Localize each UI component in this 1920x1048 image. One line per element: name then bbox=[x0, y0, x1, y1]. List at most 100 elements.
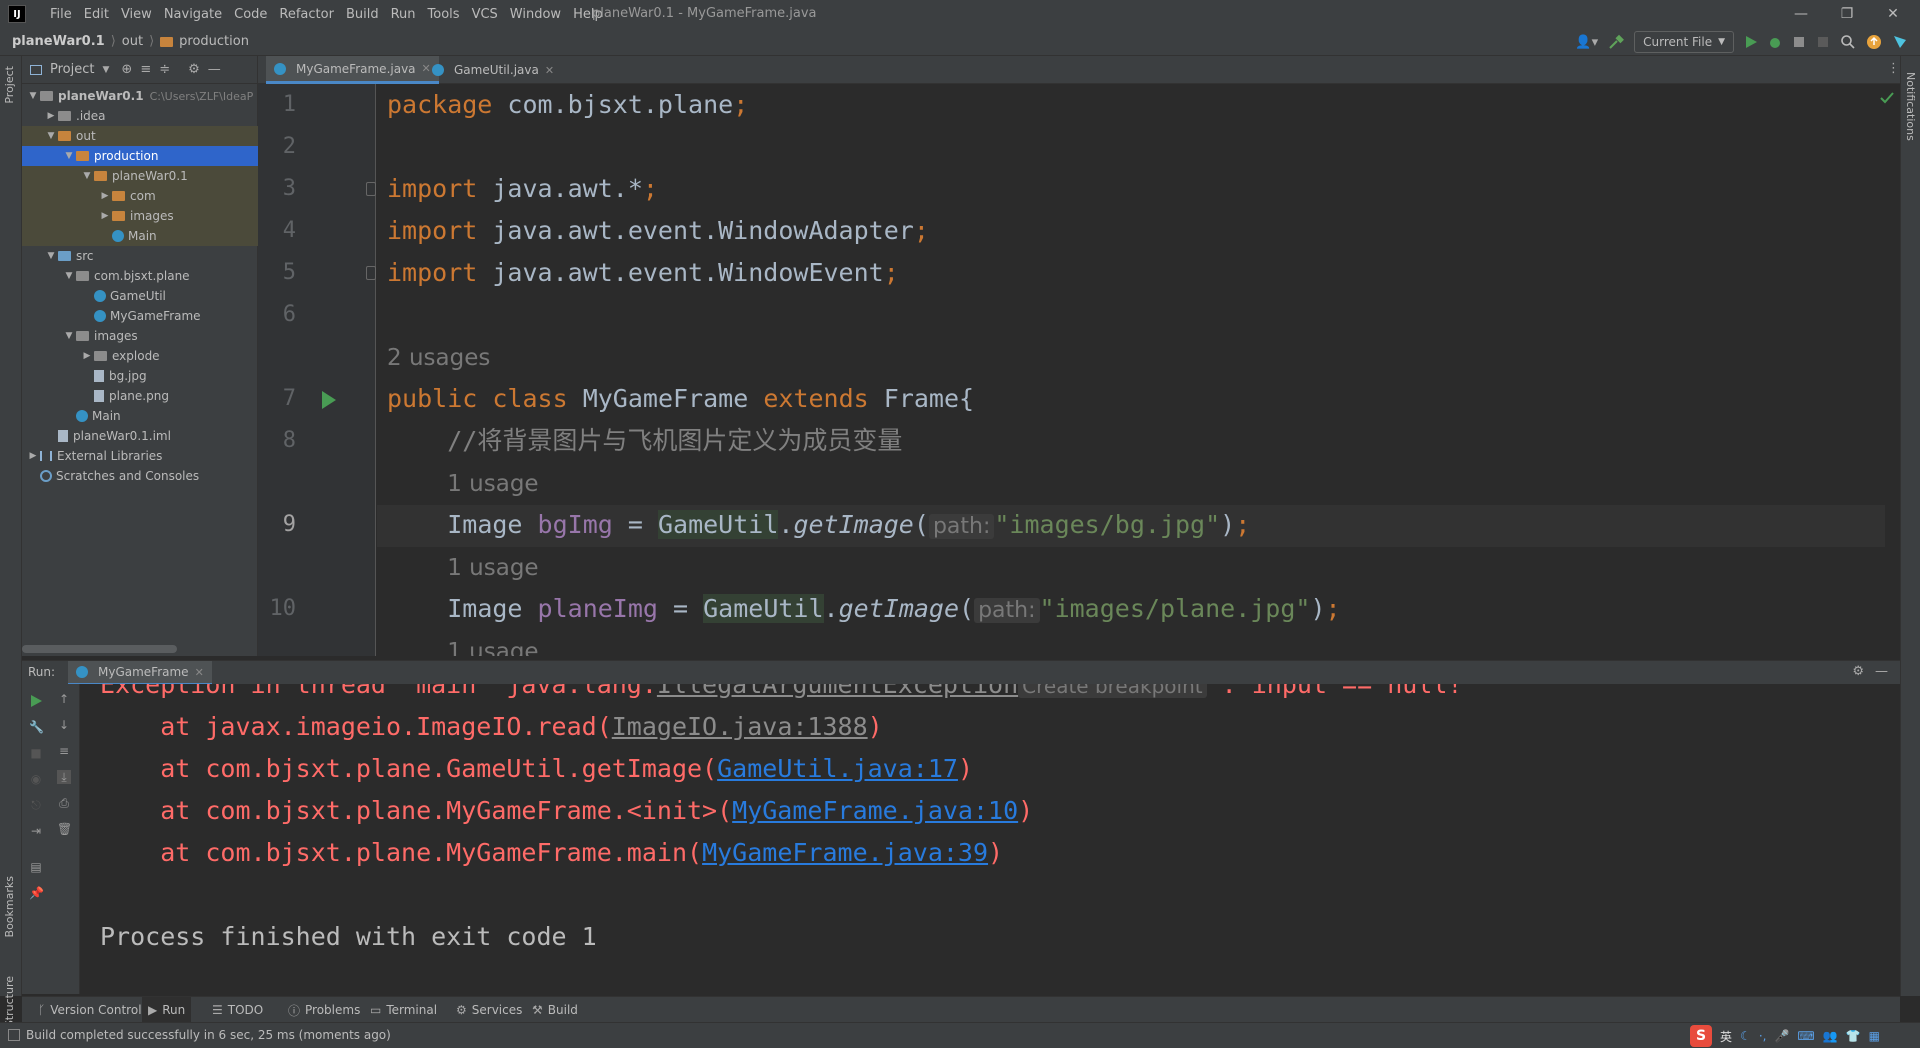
close-tab-icon[interactable]: ✕ bbox=[545, 64, 554, 77]
usages-hint[interactable]: 1 usage bbox=[387, 462, 538, 504]
exit-icon[interactable]: ⎋ bbox=[29, 798, 43, 812]
tool-tab-build[interactable]: ⚒ Build bbox=[526, 997, 584, 1023]
hide-icon[interactable]: — bbox=[208, 62, 221, 77]
close-tab-icon[interactable]: ✕ bbox=[195, 666, 204, 679]
notifications-side-tab[interactable]: Notifications bbox=[1904, 72, 1917, 141]
menu-window[interactable]: Window bbox=[504, 7, 567, 22]
console-scrollbar[interactable] bbox=[1890, 684, 1900, 994]
moon-icon[interactable]: ☾ bbox=[1740, 1029, 1751, 1043]
tree-item[interactable]: Main bbox=[22, 226, 258, 246]
inspection-ok-icon[interactable] bbox=[1880, 92, 1894, 104]
status-message[interactable]: Build completed successfully in 6 sec, 2… bbox=[26, 1028, 391, 1042]
tree-item[interactable]: ▼ images bbox=[22, 326, 258, 346]
tab-gameutil[interactable]: GameUtil.java ✕ bbox=[424, 56, 562, 84]
tool-tab-run[interactable]: ▶ Run bbox=[142, 997, 192, 1023]
collapse-all-icon[interactable]: ≑ bbox=[159, 62, 170, 77]
tree-item[interactable]: Scratches and Consoles bbox=[22, 466, 258, 486]
tab-mygameframe[interactable]: MyGameFrame.java ✕ bbox=[266, 56, 439, 84]
ime-language[interactable]: 英 bbox=[1720, 1028, 1732, 1045]
chevron-right-icon[interactable]: ▶ bbox=[44, 111, 58, 121]
create-breakpoint-hint[interactable]: Create breakpoint bbox=[1018, 684, 1207, 698]
mic-icon[interactable]: 🎤 bbox=[1774, 1029, 1789, 1043]
run-icon[interactable] bbox=[1744, 35, 1758, 49]
menu-view[interactable]: View bbox=[115, 7, 158, 22]
exception-class-link[interactable]: IllegalArgumentException bbox=[657, 684, 1018, 699]
chevron-down-icon[interactable]: ▼ bbox=[26, 91, 40, 101]
trace-link[interactable]: MyGameFrame.java:39 bbox=[702, 838, 988, 867]
status-toggle-icon[interactable] bbox=[8, 1029, 20, 1041]
project-panel-title[interactable]: Project bbox=[50, 62, 94, 77]
wrench-icon[interactable]: 🔧 bbox=[29, 720, 44, 734]
tool-tab-services[interactable]: ⚙ Services bbox=[450, 997, 528, 1023]
restore-button[interactable]: ❐ bbox=[1824, 0, 1870, 28]
chevron-right-icon[interactable]: ▶ bbox=[80, 351, 94, 361]
shirt-icon[interactable]: 👕 bbox=[1846, 1029, 1861, 1043]
menu-refactor[interactable]: Refactor bbox=[273, 7, 340, 22]
layout-icon[interactable]: ▤ bbox=[29, 860, 43, 874]
chevron-down-icon[interactable]: ▼ bbox=[80, 171, 94, 181]
expand-all-icon[interactable]: ≡ bbox=[140, 62, 151, 77]
chevron-down-icon[interactable]: ▼ bbox=[62, 271, 76, 281]
user-icon[interactable]: 👥 bbox=[1823, 1029, 1838, 1043]
chevron-down-icon[interactable]: ▼ bbox=[102, 65, 109, 75]
keyboard-icon[interactable]: ⌨ bbox=[1797, 1029, 1814, 1043]
trash-icon[interactable]: 🗑 bbox=[57, 822, 72, 836]
breadcrumb-project[interactable]: planeWar0.1 bbox=[12, 34, 105, 49]
locate-icon[interactable]: ⊕ bbox=[121, 62, 132, 77]
scroll-to-end-icon[interactable]: ⤓ bbox=[57, 770, 71, 784]
structure-side-tab[interactable]: Structure bbox=[3, 976, 16, 1027]
fold-icon[interactable] bbox=[366, 182, 376, 196]
code-editor[interactable]: package com.bjsxt.plane; import java.awt… bbox=[377, 84, 1885, 656]
menu-run[interactable]: Run bbox=[385, 7, 422, 22]
chevron-right-icon[interactable]: ▶ bbox=[26, 451, 40, 461]
tree-item[interactable]: ▼ out bbox=[22, 126, 258, 146]
hammer-icon[interactable] bbox=[1608, 34, 1625, 50]
trace-link[interactable]: ImageIO.java:1388 bbox=[612, 712, 868, 741]
menu-build[interactable]: Build bbox=[340, 7, 385, 22]
trace-link[interactable]: GameUtil.java:17 bbox=[717, 754, 958, 783]
tree-item[interactable]: GameUtil bbox=[22, 286, 258, 306]
menu-tools[interactable]: Tools bbox=[422, 7, 466, 22]
login-icon[interactable]: ⇥ bbox=[29, 824, 43, 838]
tree-item[interactable]: ▶ com bbox=[22, 186, 258, 206]
tree-item[interactable]: ▶ .idea bbox=[22, 106, 258, 126]
run-tab-mygameframe[interactable]: MyGameFrame ✕ bbox=[68, 661, 212, 685]
sogou-ime-icon[interactable]: S bbox=[1690, 1025, 1713, 1047]
menu-code[interactable]: Code bbox=[228, 7, 273, 22]
tree-item[interactable]: ▼ src bbox=[22, 246, 258, 266]
chevron-right-icon[interactable]: ▶ bbox=[98, 191, 112, 201]
tree-item[interactable]: plane.png bbox=[22, 386, 258, 406]
tool-tab-problems[interactable]: ⓘ Problems bbox=[282, 997, 366, 1023]
tree-item[interactable]: Main bbox=[22, 406, 258, 426]
minimize-button[interactable]: — bbox=[1778, 0, 1824, 28]
usages-hint[interactable]: 1 usage bbox=[387, 630, 538, 656]
usages-hint[interactable]: 2 usages bbox=[387, 336, 490, 378]
tree-item[interactable]: ▼ production bbox=[22, 146, 258, 166]
close-window-button[interactable]: ✕ bbox=[1870, 0, 1916, 28]
chevron-down-icon[interactable]: ▼ bbox=[62, 331, 76, 341]
rerun-icon[interactable] bbox=[29, 694, 43, 708]
menu-file[interactable]: File bbox=[44, 7, 78, 22]
tree-item[interactable]: ▶ explode bbox=[22, 346, 258, 366]
fold-icon[interactable] bbox=[366, 266, 376, 280]
jetbrains-icon[interactable] bbox=[1892, 34, 1908, 50]
search-icon[interactable] bbox=[1840, 34, 1856, 50]
hide-icon[interactable]: — bbox=[1875, 664, 1888, 679]
gear-icon[interactable]: ⚙ bbox=[188, 62, 200, 77]
coverage-icon[interactable] bbox=[1792, 35, 1806, 49]
tree-item[interactable]: ▶ External Libraries bbox=[22, 446, 258, 466]
menu-edit[interactable]: Edit bbox=[78, 7, 115, 22]
chevron-down-icon[interactable]: ▼ bbox=[44, 131, 58, 141]
tree-item[interactable]: ▼ planeWar0.1 bbox=[22, 166, 258, 186]
pin-icon[interactable]: 📌 bbox=[29, 886, 44, 900]
tree-item[interactable]: ▶ images bbox=[22, 206, 258, 226]
more-tabs-icon[interactable]: ⋮ bbox=[1887, 61, 1900, 76]
print-icon[interactable]: ⎙ bbox=[57, 796, 71, 810]
stop-icon[interactable]: ■ bbox=[29, 746, 43, 760]
chevron-down-icon[interactable]: ▼ bbox=[44, 251, 58, 261]
soft-wrap-icon[interactable]: ≡ bbox=[57, 744, 71, 758]
arrow-down-icon[interactable]: ↓ bbox=[57, 718, 71, 732]
trace-link[interactable]: MyGameFrame.java:10 bbox=[732, 796, 1018, 825]
tool-tab-terminal[interactable]: ▭ Terminal bbox=[364, 997, 443, 1023]
horizontal-scrollbar[interactable] bbox=[22, 645, 177, 653]
